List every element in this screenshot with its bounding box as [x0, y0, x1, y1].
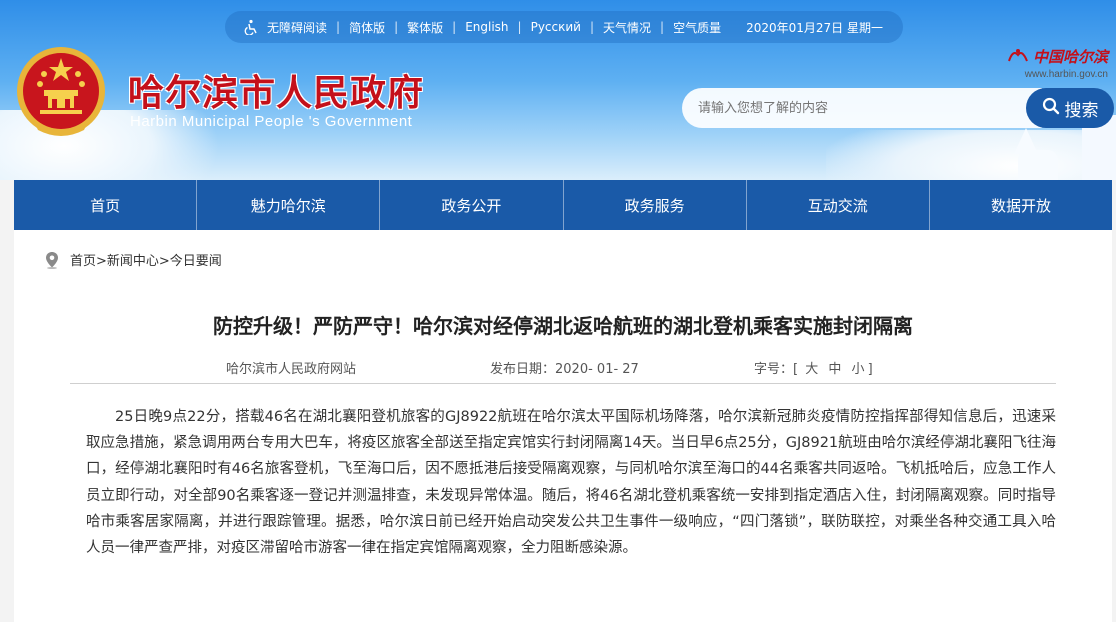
nav-item-home[interactable]: 首页	[14, 180, 198, 230]
article-source: 哈尔滨市人民政府网站	[226, 362, 357, 377]
air-quality-link[interactable]: 空气质量	[673, 19, 721, 36]
search-button[interactable]: 搜索	[1026, 88, 1114, 128]
brand-name: 中国哈尔滨	[1032, 48, 1108, 66]
snow-decoration	[826, 130, 1116, 180]
article-date: 发布日期：2020- 01- 27	[490, 358, 639, 377]
separator: |	[517, 20, 522, 34]
traditional-chinese-link[interactable]: 繁体版	[407, 19, 443, 36]
font-size-medium-button[interactable]: 中	[828, 362, 841, 377]
site-header: 无障碍阅读 | 简体版 | 繁体版 | English | Русский | …	[0, 0, 1116, 180]
search-button-label: 搜索	[1064, 100, 1099, 121]
main-nav: 首页 魅力哈尔滨 政务公开 政务服务 互动交流 数据开放	[14, 180, 1112, 230]
separator: |	[452, 20, 457, 34]
separator: |	[589, 20, 595, 34]
harbin-brand-logo: 中国哈尔滨 www.harbin.gov.cn	[1007, 46, 1108, 80]
search-icon	[1042, 97, 1060, 120]
location-pin-icon	[44, 251, 60, 269]
accessibility-icon[interactable]	[243, 18, 261, 36]
font-size-small-button[interactable]: 小	[852, 362, 865, 377]
nav-item-government-services[interactable]: 政务服务	[564, 180, 747, 230]
search-input[interactable]	[682, 88, 1042, 128]
article-container: 首页>新闻中心>今日要闻 防控升级！严防严守！哈尔滨对经停湖北返哈航班的湖北登机…	[14, 230, 1112, 622]
building-decoration	[1018, 150, 1058, 180]
breadcrumb-path[interactable]: 首页>新闻中心>今日要闻	[70, 250, 222, 269]
date-value: 2020- 01- 27	[555, 362, 639, 377]
current-date: 2020年01月27日 星期一	[746, 20, 883, 35]
weather-link[interactable]: 天气情况	[603, 19, 651, 36]
separator: |	[660, 20, 665, 34]
divider	[70, 383, 1056, 384]
font-size-large-button[interactable]: 大	[805, 362, 818, 377]
article-title: 防控升级！严防严守！哈尔滨对经停湖北返哈航班的湖北登机乘客实施封闭隔离	[213, 314, 913, 338]
bracket-close: ]	[867, 362, 873, 377]
top-utility-bar: 无障碍阅读 | 简体版 | 繁体版 | English | Русский | …	[225, 11, 903, 43]
accessible-reading-link[interactable]: 无障碍阅读	[267, 19, 327, 36]
article-body: 25日晚9点22分，搭载46名在湖北襄阳登机旅客的GJ8922航班在哈尔滨太平国…	[86, 409, 1056, 557]
nav-item-charm-harbin[interactable]: 魅力哈尔滨	[197, 180, 381, 230]
simplified-chinese-link[interactable]: 简体版	[349, 19, 385, 36]
font-size-label: 字号：	[754, 362, 794, 377]
breadcrumb: 首页>新闻中心>今日要闻	[44, 250, 222, 269]
site-title-english: Harbin Municipal People 's Government	[130, 113, 413, 130]
nav-item-government-affairs[interactable]: 政务公开	[380, 180, 564, 230]
date-label: 发布日期：	[490, 362, 556, 377]
national-emblem-icon	[14, 44, 108, 142]
harbin-logo-icon	[1007, 47, 1029, 67]
bracket-open: [	[793, 362, 799, 377]
font-size-selector: 字号：[ 大 中 小]	[754, 358, 873, 377]
separator: |	[336, 20, 341, 34]
site-title[interactable]: 哈尔滨市人民政府	[128, 64, 424, 116]
separator: |	[394, 20, 399, 34]
nav-item-open-data[interactable]: 数据开放	[930, 180, 1112, 230]
brand-url: www.harbin.gov.cn	[1024, 69, 1108, 80]
russian-link[interactable]: Русский	[531, 20, 581, 34]
nav-item-interaction[interactable]: 互动交流	[747, 180, 930, 230]
english-link[interactable]: English	[465, 20, 508, 34]
